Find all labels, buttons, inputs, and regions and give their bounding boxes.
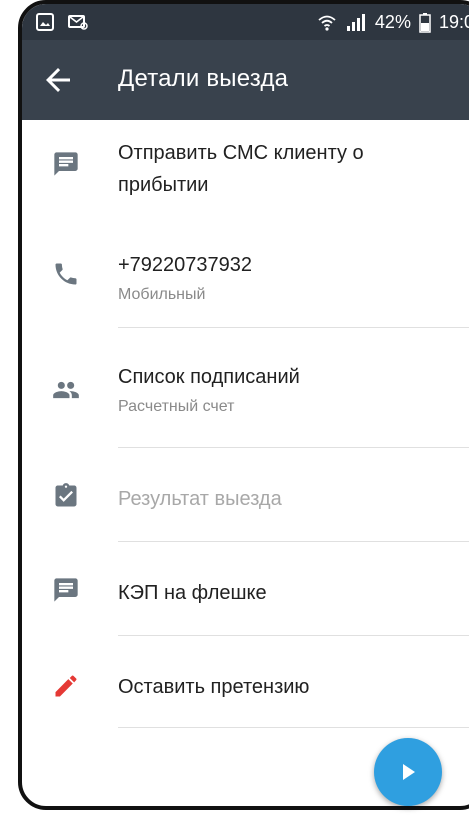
list-item-visit-result: Результат выезда <box>22 448 469 542</box>
pencil-icon <box>55 675 77 697</box>
wifi-icon <box>318 15 336 31</box>
status-left-icons <box>36 13 88 31</box>
sms-title-line1: Отправить СМС клиенту о <box>118 142 364 164</box>
list-item-complaint[interactable]: Оставить претензию <box>22 636 469 728</box>
people-icon <box>53 381 79 399</box>
battery-percent: 42% <box>374 12 411 32</box>
divider <box>118 727 469 728</box>
list-item-signatures[interactable]: Список подписаний Расчетный счет <box>22 328 469 448</box>
clock: 19:06 <box>438 12 469 32</box>
phone-icon <box>55 263 77 285</box>
status-right: 42% 19:06 <box>317 12 469 33</box>
signatures-subtitle: Расчетный счет <box>118 398 235 415</box>
list-item-kep-flash[interactable]: КЭП на флешке <box>22 542 469 636</box>
email-notification-icon <box>68 15 88 30</box>
play-icon <box>403 764 415 780</box>
chat-icon <box>54 152 78 176</box>
page-title: Детали выезда <box>118 65 289 92</box>
gallery-notification-icon <box>36 13 54 31</box>
start-fab-button[interactable] <box>374 738 442 806</box>
phone-number: +79220737932 <box>118 254 253 276</box>
clipboard-check-icon <box>55 483 77 507</box>
app-bar: Детали выезда <box>22 40 469 120</box>
phone-frame: 42% 19:06 Детали выезда Отправить СМС кл… <box>18 0 469 810</box>
sms-title-line2: прибытии <box>118 174 209 196</box>
message-icon <box>54 578 78 602</box>
phone-type: Мобильный <box>118 286 206 303</box>
battery-icon <box>419 12 431 33</box>
signatures-title: Список подписаний <box>118 366 300 388</box>
signal-icon <box>346 13 365 31</box>
kep-title: КЭП на флешке <box>118 582 267 604</box>
back-arrow-icon[interactable] <box>40 62 76 98</box>
visit-result-title: Результат выезда <box>118 488 282 510</box>
complaint-title: Оставить претензию <box>118 676 310 698</box>
list-item-send-sms[interactable]: Отправить СМС клиенту о прибытии <box>22 120 469 230</box>
status-bar: 42% 19:06 <box>22 4 469 40</box>
list-item-phone[interactable]: +79220737932 Мобильный <box>22 230 469 328</box>
